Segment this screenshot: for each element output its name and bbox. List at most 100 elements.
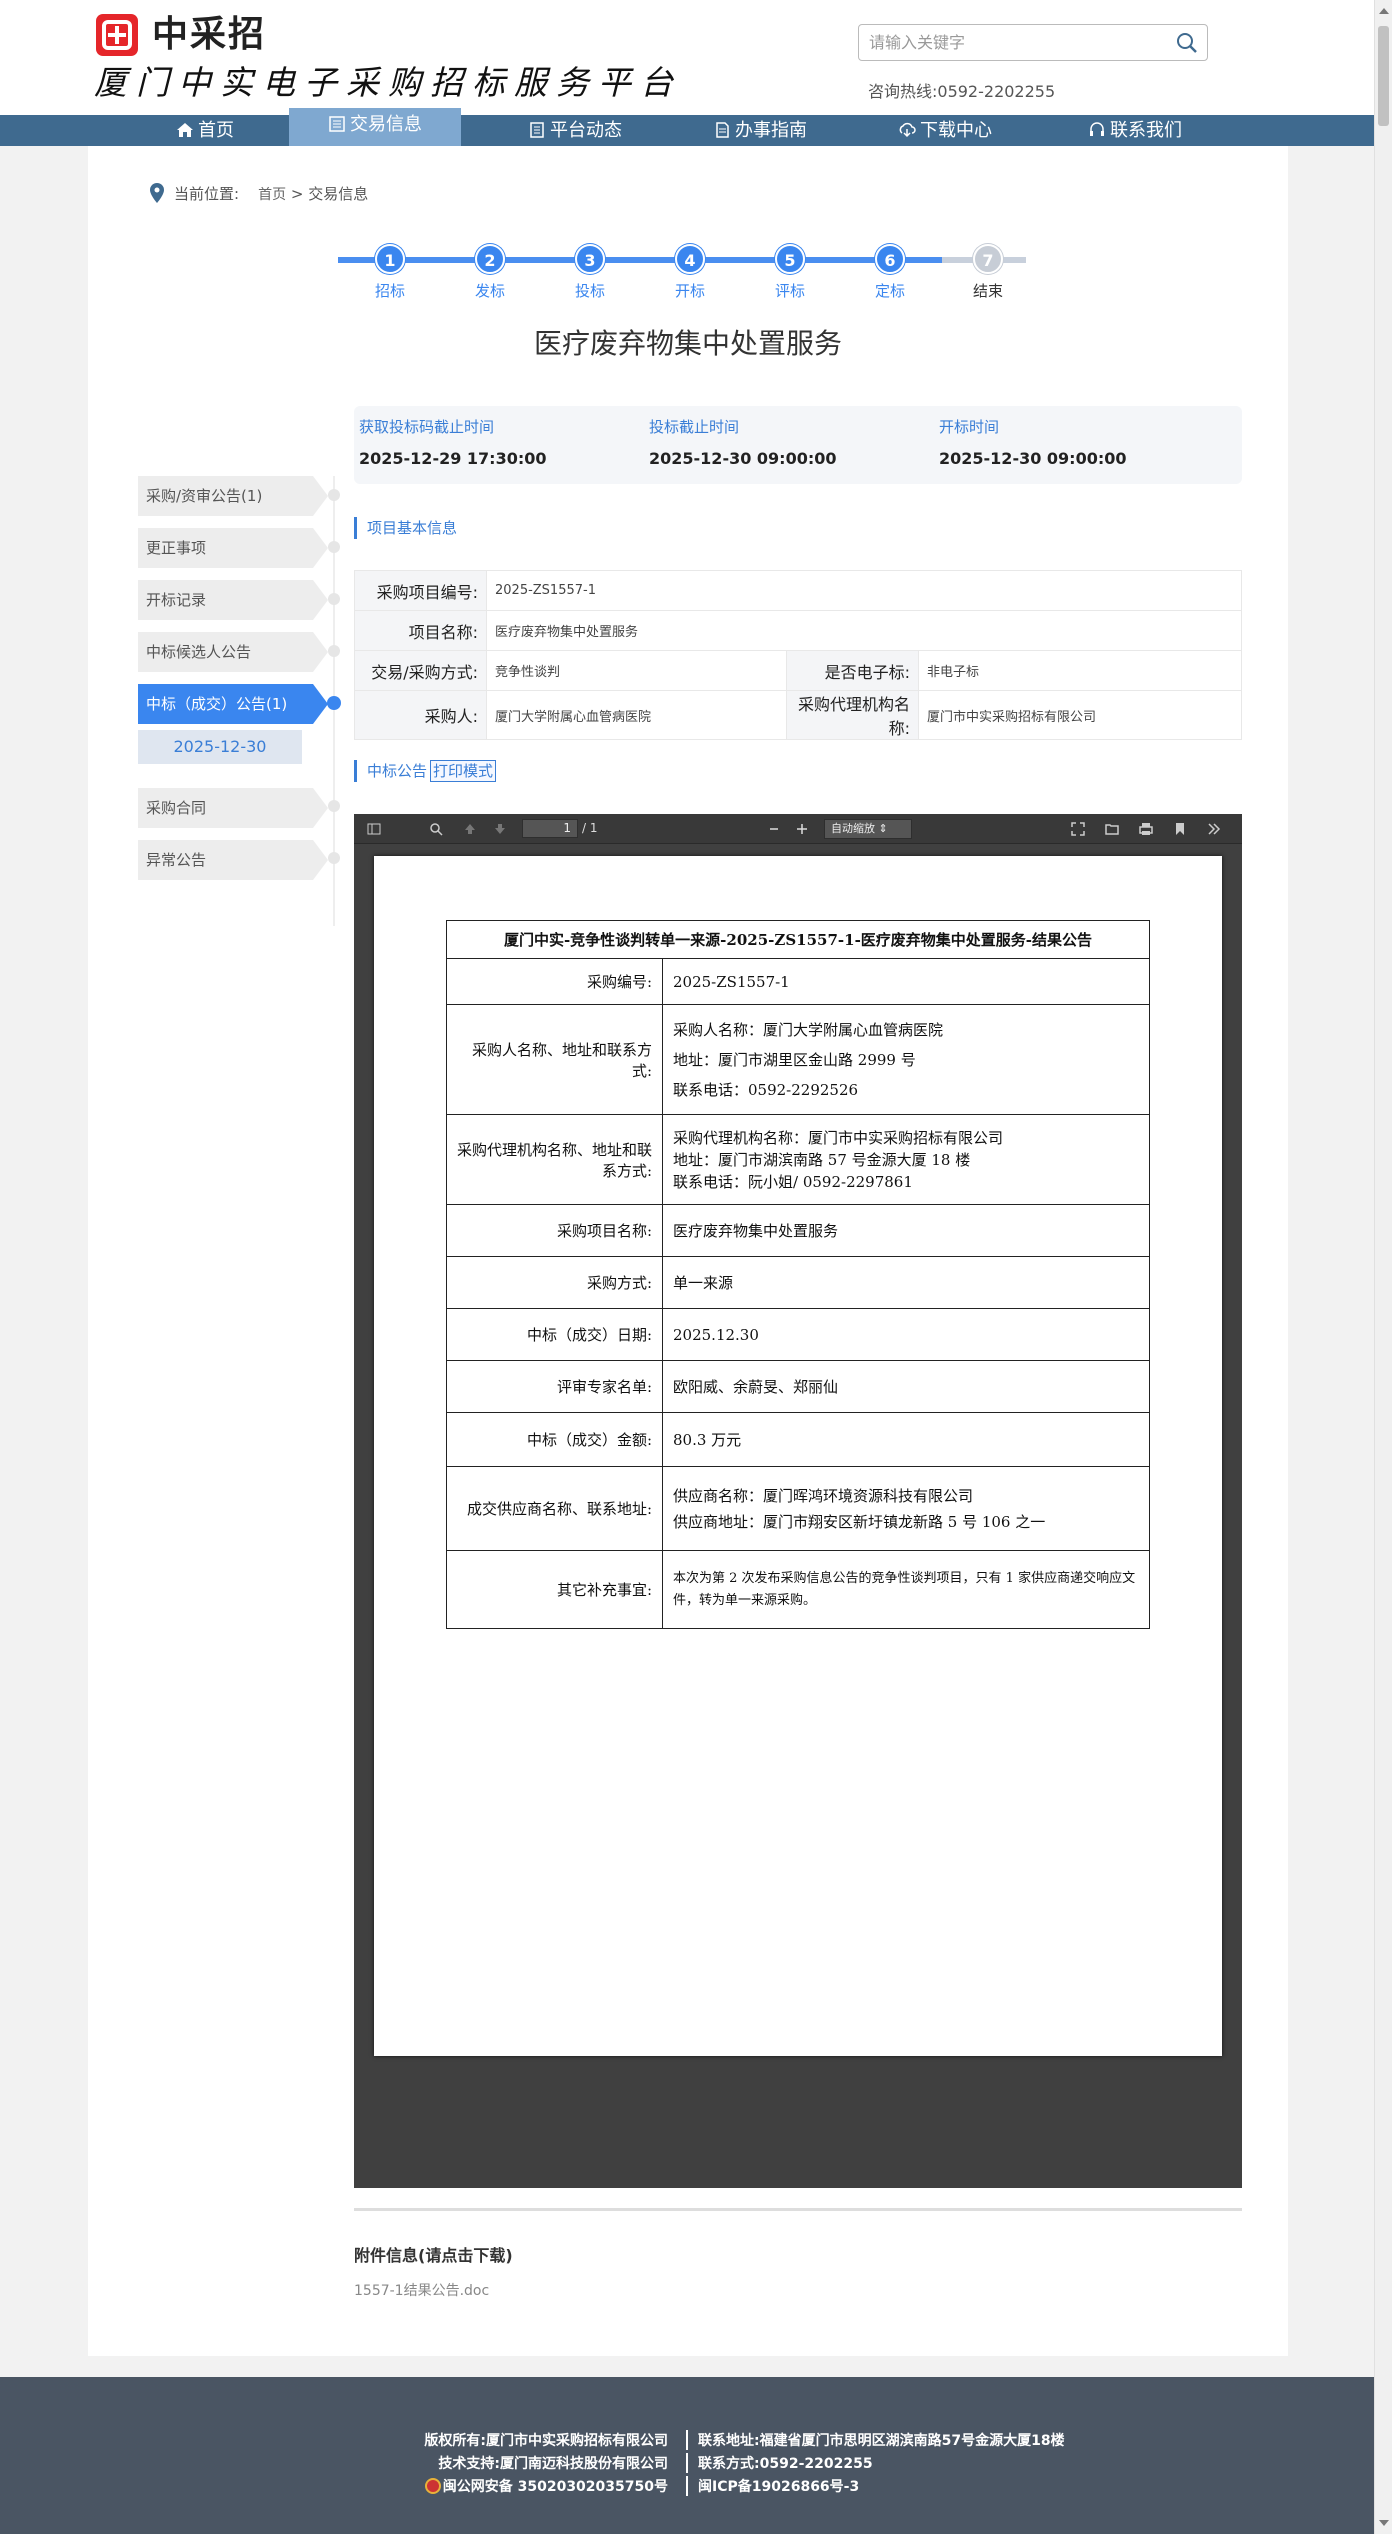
footer-tech-support: 技术支持:厦门南迈科技股份有限公司 [438, 2456, 668, 2472]
cell-key: 交易/采购方式: [354, 650, 487, 691]
footer-contact: 联系方式:0592-2202255 [686, 2453, 873, 2473]
step-1: 1 招标 [360, 244, 420, 301]
value-line: 供应商名称：厦门晖鸿环境资源科技有限公司 [673, 1486, 974, 1505]
cell-key: 采购项目编号: [354, 570, 487, 611]
search-icon[interactable] [1175, 31, 1199, 55]
value-line: 本次为第 2 次发布采购信息公告的竞争性谈判项目，只有 1 家供应商递交响应文件… [673, 1570, 1136, 1608]
step-label: 开标 [674, 282, 705, 300]
pdf-viewer: 1 / 1 自动缩放 ⇕ 厦门中实-竞争性谈判转单一来源-2025-ZS1557… [354, 814, 1242, 2188]
cell-key: 评审专家名单: [446, 1360, 663, 1413]
result-notice-table: 厦门中实-竞争性谈判转单一来源-2025-ZS1557-1-医疗废弃物集中处置服… [446, 920, 1150, 1629]
scroll-up-arrow-icon[interactable] [1379, 8, 1389, 14]
logo-icon[interactable] [96, 14, 138, 56]
next-page-icon[interactable] [492, 821, 508, 837]
side-item-purchase-notice[interactable]: 采购/资审公告(1) [138, 476, 328, 516]
bookmark-icon[interactable] [1172, 821, 1188, 837]
basic-info-table: 采购项目编号: 2025-ZS1557-1 项目名称: 医疗废弃物集中处置服务 … [354, 570, 1242, 740]
step-6: 6 定标 [860, 244, 920, 301]
fullscreen-icon[interactable] [1070, 821, 1086, 837]
breadcrumb-separator: > [290, 185, 304, 203]
attachment-file-link[interactable]: 1557-1结果公告.doc [354, 2280, 489, 2300]
side-item-contract[interactable]: 采购合同 [138, 788, 328, 828]
table-row: 采购项目名称: 医疗废弃物集中处置服务 [446, 1204, 1150, 1257]
print-mode-button[interactable]: 打印模式 [430, 760, 497, 782]
breadcrumb-current: 交易信息 [308, 185, 369, 203]
scroll-thumb[interactable] [1378, 26, 1389, 126]
table-row: 成交供应商名称、联系地址: 供应商名称：厦门晖鸿环境资源科技有限公司 供应商地址：厦… [446, 1466, 1150, 1551]
step-3: 3 投标 [560, 244, 620, 301]
table-row: 中标（成交）日期: 2025.12.30 [446, 1308, 1150, 1361]
step-number: 6 [875, 244, 905, 274]
step-label: 定标 [874, 282, 905, 300]
logo-text[interactable]: 中采招 [152, 14, 266, 56]
side-item-candidates[interactable]: 中标候选人公告 [138, 632, 328, 672]
footer-police-text: 闽公网安备 35020302035750号 [442, 2479, 668, 2495]
side-item-opening-record[interactable]: 开标记录 [138, 580, 328, 620]
page-scrollbar[interactable] [1374, 0, 1392, 2534]
zoom-select[interactable]: 自动缩放 ⇕ [824, 819, 912, 839]
time-value: 2025-12-30 09:00:00 [649, 449, 837, 468]
nav-guide[interactable]: 办事指南 [695, 115, 825, 146]
rail-dot [328, 645, 340, 657]
content-panel: 当前位置: 首页 > 交易信息 1 招标 2 发标 3 投标 4 开标 5 评标 6 定标 … [88, 146, 1288, 2356]
zoom-out-icon[interactable] [766, 821, 782, 837]
table-row: 采购编号: 2025-ZS1557-1 [446, 958, 1150, 1005]
side-item-corrections[interactable]: 更正事项 [138, 528, 328, 568]
nav-home-label: 首页 [198, 120, 234, 141]
step-label: 投标 [574, 282, 605, 300]
scroll-down-arrow-icon[interactable] [1379, 2520, 1389, 2526]
home-icon [177, 123, 193, 137]
value-line: 2025.12.30 [673, 1325, 759, 1344]
nav-platform-news-label: 平台动态 [550, 120, 622, 141]
nav-trade-info[interactable]: 交易信息 [289, 108, 461, 146]
notice-doc-title: 厦门中实-竞争性谈判转单一来源-2025-ZS1557-1-医疗废弃物集中处置服… [446, 920, 1150, 959]
breadcrumb-home-link[interactable]: 首页 [258, 187, 286, 203]
step-7: 7 结束 [958, 244, 1018, 301]
open-file-icon[interactable] [1104, 821, 1120, 837]
time-bid-code-deadline: 获取投标码截止时间 2025-12-29 17:30:00 [359, 416, 547, 468]
cell-value: 2025-ZS1557-1 [662, 958, 1150, 1005]
table-row: 其它补充事宜: 本次为第 2 次发布采购信息公告的竞争性谈判项目，只有 1 家供应… [446, 1550, 1150, 1629]
table-row: 交易/采购方式: 竞争性谈判 是否电子标: 非电子标 [354, 650, 1242, 691]
cell-value: 2025.12.30 [662, 1308, 1150, 1361]
step-4: 4 开标 [660, 244, 720, 301]
nav-contact[interactable]: 联系我们 [1070, 115, 1200, 146]
cell-value: 采购人名称：厦门大学附属心血管病医院 地址：厦门市湖里区金山路 2999 号联系电… [662, 1004, 1150, 1115]
cell-value: 单一来源 [662, 1256, 1150, 1309]
cell-key: 采购人: [354, 690, 487, 740]
table-row: 评审专家名单: 欧阳威、余蔚旻、郑丽仙 [446, 1360, 1150, 1413]
nav-platform-news[interactable]: 平台动态 [510, 115, 640, 146]
sidebar-toggle-icon[interactable] [366, 821, 382, 837]
step-5: 5 评标 [760, 244, 820, 301]
zoom-in-icon[interactable] [794, 821, 810, 837]
previous-page-icon[interactable] [462, 821, 478, 837]
nav-home[interactable]: 首页 [150, 115, 260, 146]
page-number-input[interactable]: 1 [522, 819, 578, 838]
more-tools-icon[interactable] [1206, 821, 1222, 837]
time-opening: 开标时间 2025-12-30 09:00:00 [939, 416, 1127, 468]
rail-dot [328, 593, 340, 605]
footer-police-record[interactable]: 闽公网安备 35020302035750号 [424, 2476, 668, 2496]
side-sub-date[interactable]: 2025-12-30 [138, 730, 302, 764]
time-label: 获取投标码截止时间 [359, 418, 495, 436]
section-basic-info-title: 项目基本信息 [354, 517, 457, 539]
nav-download[interactable]: 下载中心 [880, 115, 1010, 146]
search-box [858, 24, 1208, 61]
step-2: 2 发标 [460, 244, 520, 301]
cell-value: 采购代理机构名称：厦门市中实采购招标有限公司 地址：厦门市湖滨南路 57 号金源大… [662, 1114, 1150, 1205]
find-icon[interactable] [428, 821, 444, 837]
side-item-award-notice[interactable]: 中标（成交）公告(1) [138, 684, 328, 724]
table-row: 采购项目编号: 2025-ZS1557-1 [354, 570, 1242, 611]
value-line: 联系电话：阮小姐/ 0592-2297861 [673, 1172, 913, 1191]
step-number: 7 [973, 244, 1003, 274]
attachment-divider [354, 2208, 1242, 2211]
print-icon[interactable] [1138, 821, 1154, 837]
site-footer: 版权所有:厦门市中实采购招标有限公司 联系地址:福建省厦门市思明区湖滨南路57号… [0, 2377, 1374, 2534]
footer-icp[interactable]: 闽ICP备19026866号-3 [686, 2476, 859, 2496]
time-label: 开标时间 [939, 418, 1000, 436]
rail-dot [328, 489, 340, 501]
table-row: 采购人: 厦门大学附属心血管病医院 采购代理机构名称: 厦门市中实采购招标有限公… [354, 690, 1242, 740]
value-line: 80.3 万元 [673, 1431, 742, 1449]
side-item-abnormal[interactable]: 异常公告 [138, 840, 328, 880]
search-input[interactable] [859, 25, 1159, 60]
